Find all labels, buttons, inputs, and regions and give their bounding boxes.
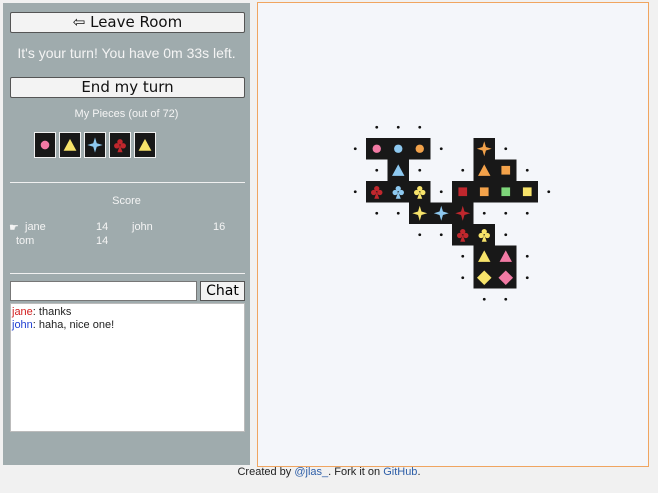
- github-link[interactable]: GitHub: [383, 466, 417, 478]
- board-tile-star4-icon: [452, 202, 474, 224]
- placement-dot[interactable]: [482, 211, 486, 215]
- player-score: 14: [96, 221, 109, 233]
- board-tile-star4-icon: [430, 202, 452, 224]
- board-tile-club-icon: [473, 224, 495, 246]
- placement-dot[interactable]: [547, 190, 551, 194]
- chat-user: john: [12, 319, 33, 331]
- board-tile-square-icon: [495, 159, 517, 181]
- footer: Created by @jlas_. Fork it on GitHub.: [0, 466, 658, 478]
- footer-middle: . Fork it on: [328, 466, 384, 478]
- chat-input[interactable]: [10, 281, 197, 301]
- board-tile-diamond-icon: [473, 267, 495, 289]
- player-name: john: [132, 221, 153, 233]
- placement-dot[interactable]: [439, 147, 443, 151]
- player-score: 16: [213, 221, 226, 233]
- turn-status: It's your turn! You have 0m 33s left.: [17, 45, 236, 61]
- author-link[interactable]: @jlas_: [294, 466, 328, 478]
- triangle-piece-icon[interactable]: [134, 132, 156, 158]
- placement-dot[interactable]: [504, 147, 508, 151]
- chat-text: : thanks: [32, 306, 72, 318]
- chat-log: jane: thanks john: haha, nice one!: [10, 303, 245, 432]
- circle-piece-icon[interactable]: [34, 132, 56, 158]
- board-tile-square-icon: [452, 181, 474, 203]
- leave-room-button[interactable]: ⇦ Leave Room: [10, 12, 245, 33]
- chat-user: jane: [12, 306, 33, 318]
- placement-dot[interactable]: [439, 233, 443, 237]
- sidebar: ⇦ Leave Room It's your turn! You have 0m…: [3, 3, 250, 465]
- board-tile-circle-icon: [409, 138, 431, 160]
- board-tile-triangle-icon: [495, 245, 517, 267]
- board-tile-club-icon: [409, 181, 431, 203]
- board-tile-star4-icon: [409, 202, 431, 224]
- board-tile-square-icon: [516, 181, 538, 203]
- divider: [10, 273, 245, 274]
- board-tile-triangle-icon: [387, 159, 409, 181]
- club-piece-icon[interactable]: [109, 132, 131, 158]
- turn-pointer-icon: ☛: [9, 222, 19, 234]
- board-tile-circle-icon: [366, 138, 388, 160]
- placement-dot[interactable]: [504, 211, 508, 215]
- board-tile-circle-icon: [387, 138, 409, 160]
- score-title: Score: [112, 195, 141, 207]
- placement-dot[interactable]: [353, 190, 357, 194]
- board-tile-club-icon: [366, 181, 388, 203]
- chat-text: : haha, nice one!: [32, 319, 115, 331]
- board-tile-square-icon: [495, 181, 517, 203]
- board-tile-triangle-icon: [473, 245, 495, 267]
- game-board[interactable]: [257, 2, 649, 467]
- placement-dot[interactable]: [525, 276, 529, 280]
- triangle-piece-icon[interactable]: [59, 132, 81, 158]
- chat-message: jane: thanks: [12, 306, 243, 319]
- board-canvas: [353, 125, 551, 301]
- placement-dot[interactable]: [461, 168, 465, 172]
- board-tile-square-icon: [473, 181, 495, 203]
- board-tile-triangle-icon: [473, 159, 495, 181]
- board-tile-club-icon: [452, 224, 474, 246]
- placement-dot[interactable]: [375, 168, 379, 172]
- placement-dot[interactable]: [439, 190, 443, 194]
- pieces-title: My Pieces (out of 72): [74, 108, 179, 120]
- chat-message: john: haha, nice one!: [12, 319, 243, 332]
- divider: [10, 182, 245, 183]
- placement-dot[interactable]: [396, 125, 400, 129]
- placement-dot[interactable]: [375, 125, 379, 129]
- placement-dot[interactable]: [504, 297, 508, 301]
- placement-dot[interactable]: [482, 297, 486, 301]
- placement-dot[interactable]: [525, 168, 529, 172]
- board-tile-diamond-icon: [495, 267, 517, 289]
- placement-dot[interactable]: [461, 276, 465, 280]
- player-name: tom: [16, 235, 35, 247]
- placement-dot[interactable]: [504, 233, 508, 237]
- placement-dot[interactable]: [375, 211, 379, 215]
- placement-dot[interactable]: [418, 233, 422, 237]
- footer-prefix: Created by: [237, 466, 295, 478]
- player-name: jane: [25, 221, 46, 233]
- star4-piece-icon[interactable]: [84, 132, 106, 158]
- hand-pieces: [34, 132, 156, 158]
- end-turn-button[interactable]: End my turn: [10, 77, 245, 98]
- placement-dot[interactable]: [418, 125, 422, 129]
- placement-dot[interactable]: [396, 211, 400, 215]
- placement-dot[interactable]: [461, 254, 465, 258]
- placement-dot[interactable]: [525, 254, 529, 258]
- placement-dot[interactable]: [418, 168, 422, 172]
- placement-dot[interactable]: [525, 211, 529, 215]
- footer-suffix: .: [417, 466, 421, 478]
- player-score: 14: [96, 235, 109, 247]
- board-tile-club-icon: [387, 181, 409, 203]
- board-tile-star4-icon: [473, 138, 495, 160]
- placement-dot[interactable]: [353, 147, 357, 151]
- chat-send-button[interactable]: Chat: [200, 281, 245, 301]
